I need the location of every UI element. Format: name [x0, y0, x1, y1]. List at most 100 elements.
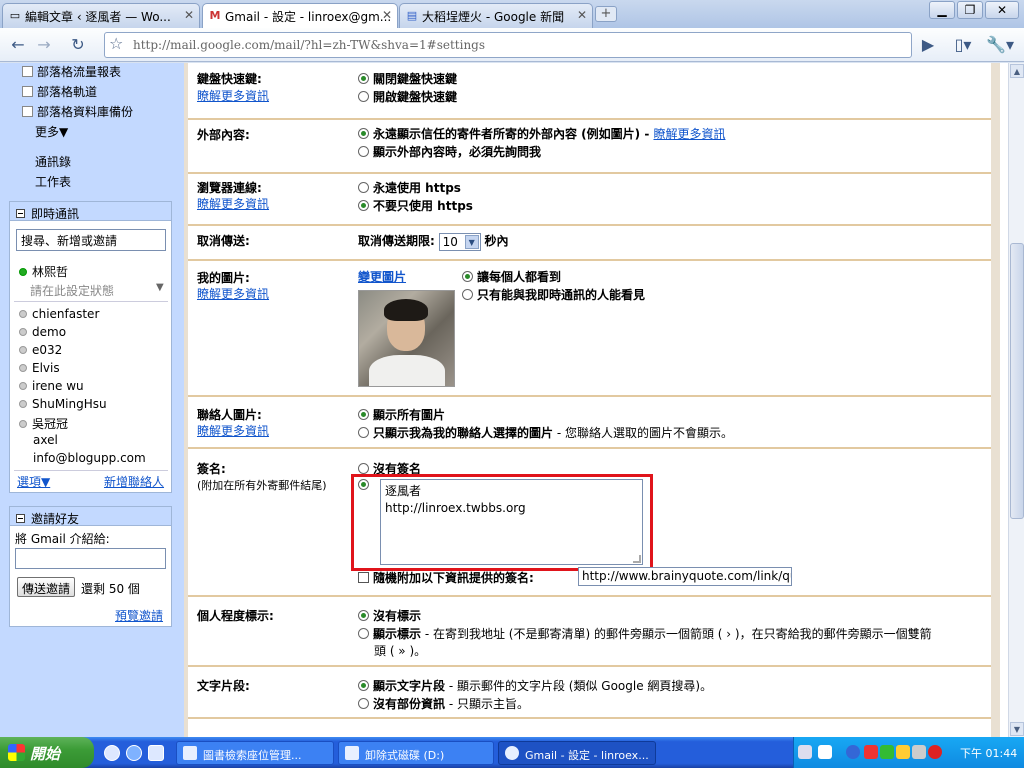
- status-message-field[interactable]: 請在此設定狀態: [30, 282, 114, 299]
- tab-edit-post[interactable]: ▭ 編輯文章 ‹ 逐風者 — Wo... ✕: [2, 3, 200, 28]
- close-icon[interactable]: ✕: [577, 8, 587, 22]
- close-icon[interactable]: ✕: [382, 8, 392, 22]
- minimize-icon[interactable]: [16, 514, 25, 523]
- radio-icon[interactable]: [358, 628, 369, 639]
- taskbar-clock[interactable]: 下午 01:44: [960, 745, 1017, 761]
- learn-more-link[interactable]: 瞭解更多資訊: [197, 87, 269, 104]
- radio-icon[interactable]: [358, 463, 369, 474]
- learn-more-link[interactable]: 瞭解更多資訊: [197, 195, 269, 212]
- radio-external-ask[interactable]: 顯示外部內容時，必須先詢問我: [358, 143, 541, 160]
- vertical-scrollbar[interactable]: ▲ ▼: [1008, 63, 1024, 737]
- new-tab-button[interactable]: +: [595, 6, 617, 22]
- tray-app-icon[interactable]: [864, 745, 878, 759]
- expand-tray-icon[interactable]: [846, 745, 860, 759]
- chevron-down-icon[interactable]: ▼: [156, 282, 164, 293]
- radio-shortcuts-off[interactable]: 關閉鍵盤快速鍵: [358, 70, 457, 87]
- chat-contact[interactable]: chienfaster: [19, 307, 99, 321]
- invite-email-input[interactable]: [15, 548, 166, 569]
- taskbar-item[interactable]: 卸除式磁碟 (D:): [338, 741, 494, 765]
- profile-picture[interactable]: [358, 290, 455, 387]
- change-picture-link[interactable]: 變更圖片: [358, 268, 406, 285]
- sidebar-more-link[interactable]: 更多▼: [35, 123, 68, 140]
- tray-app-icon[interactable]: [880, 745, 894, 759]
- close-window-button[interactable]: ✕: [985, 1, 1019, 19]
- learn-more-link[interactable]: 瞭解更多資訊: [653, 127, 725, 141]
- sidebar-label-item[interactable]: 部落格軌道: [22, 83, 97, 100]
- chat-contact[interactable]: 吳冠冠: [19, 415, 68, 432]
- radio-icon[interactable]: [358, 409, 369, 420]
- sidebar-label-item[interactable]: 部落格資料庫備份: [22, 103, 133, 120]
- radio-contact-pictures-all[interactable]: 顯示所有圖片: [358, 406, 445, 423]
- radio-icon[interactable]: [358, 182, 369, 193]
- radio-icon[interactable]: [358, 73, 369, 84]
- send-invite-button[interactable]: 傳送邀請: [17, 577, 76, 597]
- chat-box-header[interactable]: 即時通訊: [10, 202, 171, 221]
- radio-icon[interactable]: [358, 200, 369, 211]
- network-icon[interactable]: [912, 745, 926, 759]
- radio-shortcuts-on[interactable]: 開啟鍵盤快速鍵: [358, 88, 457, 105]
- reload-icon[interactable]: ↻: [66, 34, 90, 56]
- preview-invite-link[interactable]: 預覽邀請: [115, 607, 163, 624]
- help-icon[interactable]: [818, 745, 832, 759]
- security-shield-icon[interactable]: [928, 745, 942, 759]
- radio-https-always[interactable]: 永遠使用 https: [358, 179, 461, 196]
- address-bar[interactable]: ☆ http://mail.google.com/mail/?hl=zh-TW&…: [104, 32, 912, 58]
- chat-contact[interactable]: Elvis: [19, 361, 60, 375]
- radio-external-always[interactable]: 永遠顯示信任的寄件者所寄的外部內容 (例如圖片) - 瞭解更多資訊: [358, 125, 726, 142]
- go-arrow-icon[interactable]: ▶: [916, 34, 940, 56]
- chat-options-link[interactable]: 選項▼: [17, 473, 50, 490]
- page-menu-icon[interactable]: ▯▾: [948, 34, 978, 56]
- radio-icon[interactable]: [462, 289, 473, 300]
- radio-icon[interactable]: [358, 680, 369, 691]
- chat-contact[interactable]: demo: [19, 325, 66, 339]
- show-desktop-icon[interactable]: [148, 745, 164, 761]
- sidebar-contacts-link[interactable]: 通訊錄: [35, 153, 71, 170]
- radio-icon[interactable]: [358, 91, 369, 102]
- back-arrow-icon[interactable]: ←: [6, 34, 30, 56]
- chat-contact[interactable]: axel: [33, 433, 58, 447]
- radio-no-indicators[interactable]: 沒有標示: [358, 607, 421, 624]
- start-button[interactable]: 開始: [0, 737, 94, 768]
- minimize-icon[interactable]: [16, 209, 25, 218]
- random-signature-url-input[interactable]: http://www.brainyquote.com/link/quo: [578, 567, 792, 586]
- taskbar-item[interactable]: 圖書檢索座位管理...: [176, 741, 334, 765]
- sidebar-label-item[interactable]: 部落格流量報表: [22, 63, 121, 80]
- radio-show-snippets[interactable]: 顯示文字片段 - 顯示郵件的文字片段 (類似 Google 網頁搜尋)。: [358, 677, 712, 694]
- radio-contact-pictures-mine[interactable]: 只顯示我為我的聯絡人選擇的圖片 - 您聯絡人選取的圖片不會顯示。: [358, 424, 733, 441]
- tab-gmail-settings[interactable]: M Gmail - 設定 - linroex@gm... ✕: [202, 3, 398, 29]
- radio-picture-chat-only[interactable]: 只有能與我即時通訊的人能看見: [462, 286, 645, 303]
- radio-icon[interactable]: [462, 271, 473, 282]
- chat-contact[interactable]: ShuMingHsu: [19, 397, 107, 411]
- add-contact-link[interactable]: 新增聯絡人: [104, 473, 164, 490]
- radio-https-never[interactable]: 不要只使用 https: [358, 197, 473, 214]
- keyboard-icon[interactable]: [798, 745, 812, 759]
- star-icon[interactable]: ☆: [109, 34, 123, 53]
- radio-picture-everyone[interactable]: 讓每個人都看到: [462, 268, 561, 285]
- chat-self-status[interactable]: 林熙哲: [19, 263, 68, 280]
- scroll-up-icon[interactable]: ▲: [1010, 64, 1024, 78]
- checkbox-icon[interactable]: [358, 572, 369, 583]
- learn-more-link[interactable]: 瞭解更多資訊: [197, 422, 269, 439]
- ie-icon[interactable]: [126, 745, 142, 761]
- learn-more-link[interactable]: 瞭解更多資訊: [197, 285, 269, 302]
- media-player-icon[interactable]: [104, 745, 120, 761]
- scroll-down-icon[interactable]: ▼: [1010, 722, 1024, 736]
- tab-google-news[interactable]: ▤ 大稻埕煙火 - Google 新聞 ✕: [399, 3, 593, 28]
- chat-contact[interactable]: info@blogupp.com: [33, 451, 146, 465]
- radio-icon[interactable]: [358, 146, 369, 157]
- tray-app-icon[interactable]: [896, 745, 910, 759]
- chat-search-input[interactable]: [16, 229, 166, 251]
- radio-show-indicators[interactable]: 顯示標示 - 在寄到我地址 (不是郵寄清單) 的郵件旁顯示一個箭頭 ( › )，…: [358, 625, 932, 642]
- wrench-menu-icon[interactable]: 🔧▾: [984, 34, 1016, 56]
- taskbar-item[interactable]: Gmail - 設定 - linroex...: [498, 741, 656, 765]
- maximize-button[interactable]: ❐: [957, 1, 983, 19]
- radio-icon[interactable]: [358, 427, 369, 438]
- radio-icon[interactable]: [358, 128, 369, 139]
- scrollbar-thumb[interactable]: [1010, 243, 1024, 519]
- chat-contact[interactable]: irene wu: [19, 379, 84, 393]
- undo-send-select[interactable]: 10 ▼: [438, 232, 481, 251]
- forward-arrow-icon[interactable]: →: [32, 34, 56, 56]
- sidebar-tasks-link[interactable]: 工作表: [35, 173, 71, 190]
- radio-icon[interactable]: [358, 610, 369, 621]
- radio-no-snippets[interactable]: 沒有部份資訊 - 只顯示主旨。: [358, 695, 529, 712]
